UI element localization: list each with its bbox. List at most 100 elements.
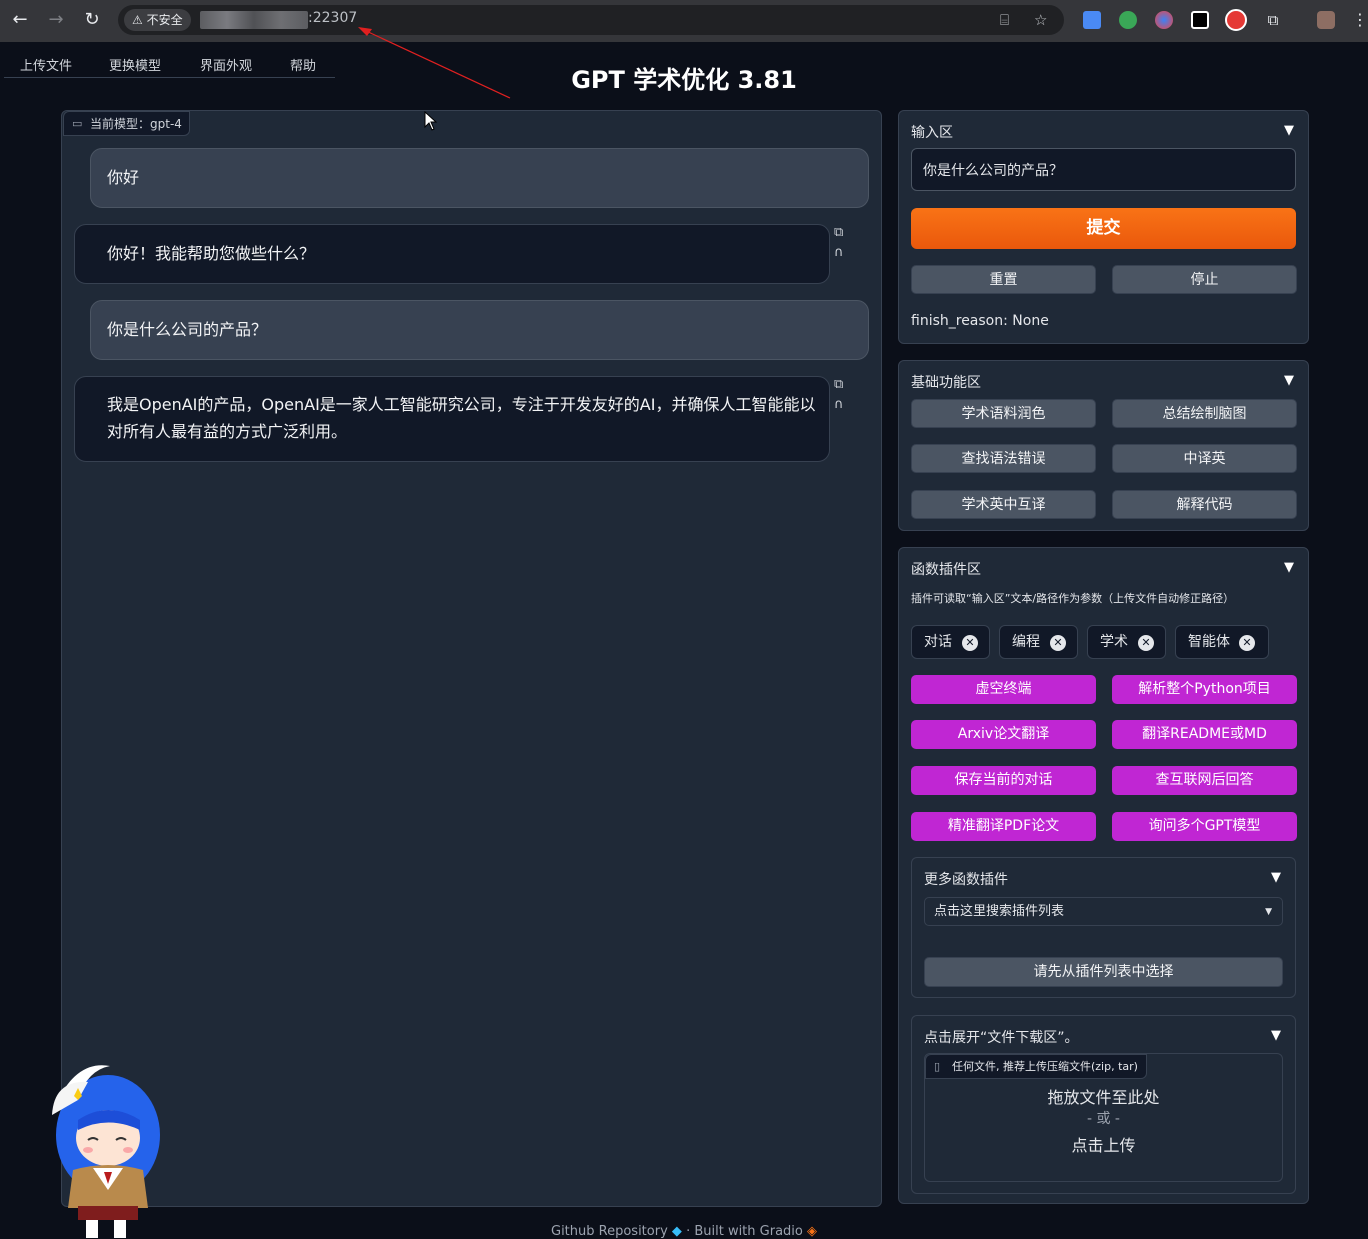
category-chip-coding[interactable]: 编程 ✕ bbox=[999, 625, 1078, 659]
gradio-logo-icon: ◆ bbox=[671, 1224, 687, 1239]
collapse-triangle-icon[interactable]: ▼ bbox=[1284, 560, 1294, 575]
file-upload-dropzone[interactable]: ▯ 任何文件, 推荐上传压缩文件(zip, tar) 拖放文件至此处 - 或 - … bbox=[924, 1053, 1283, 1182]
built-with-gradio-link[interactable]: Built with Gradio bbox=[694, 1224, 803, 1239]
chip-remove-icon[interactable]: ✕ bbox=[1050, 635, 1066, 651]
collapse-triangle-icon[interactable]: ▼ bbox=[1271, 870, 1281, 885]
submit-button[interactable]: 提交 bbox=[911, 208, 1296, 249]
url-port: :22307 bbox=[308, 10, 358, 26]
browser-toolbar: ← → ↻ ⚠ 不安全 :22307 ⌸ ☆ ⧉ ⋮ bbox=[0, 0, 1368, 42]
translate-icon[interactable]: ⌸ bbox=[1000, 11, 1009, 29]
parse-python-project-button[interactable]: 解析整个Python项目 bbox=[1112, 675, 1297, 704]
address-bar[interactable]: ⚠ 不安全 :22307 ⌸ ☆ bbox=[118, 5, 1064, 35]
profile-avatar[interactable] bbox=[1317, 11, 1335, 29]
dropdown-caret-icon: ▼ bbox=[1265, 907, 1272, 917]
upload-tag-text: 任何文件, 推荐上传压缩文件(zip, tar) bbox=[952, 1060, 1138, 1073]
academic-translate-button[interactable]: 学术英中互译 bbox=[911, 490, 1096, 519]
message-text: 你是什么公司的产品？ bbox=[107, 320, 268, 339]
github-repo-link[interactable]: Github Repository bbox=[551, 1224, 668, 1239]
input-value: 你是什么公司的产品？ bbox=[923, 163, 1063, 179]
chat-message-user: 你好 bbox=[90, 148, 869, 208]
chip-remove-icon[interactable]: ✕ bbox=[1239, 635, 1255, 651]
extension-icon[interactable] bbox=[1119, 11, 1137, 29]
reload-icon[interactable]: ↻ bbox=[80, 8, 104, 32]
input-textarea[interactable]: 你是什么公司的产品？ bbox=[911, 148, 1296, 191]
mindmap-button[interactable]: 总结绘制脑图 bbox=[1112, 399, 1297, 428]
footer: Github Repository ◆ · Built with Gradio … bbox=[0, 1224, 1368, 1239]
plugin-hint: 插件可读取“输入区”文本/路径作为参数（上传文件自动修正路径） bbox=[911, 592, 1235, 605]
bookmark-star-icon[interactable]: ☆ bbox=[1034, 11, 1047, 29]
stop-button[interactable]: 停止 bbox=[1112, 265, 1297, 294]
chat-message-bot: 我是OpenAI的产品，OpenAI是一家人工智能研究公司，专注于开发友好的AI… bbox=[74, 376, 830, 462]
file-download-panel: 点击展开“文件下载区”。 ▼ ▯ 任何文件, 推荐上传压缩文件(zip, tar)… bbox=[911, 1015, 1296, 1194]
download-panel-title: 点击展开“文件下载区”。 bbox=[924, 1030, 1079, 1046]
insecure-badge[interactable]: ⚠ 不安全 bbox=[124, 9, 191, 31]
warning-icon: ⚠ bbox=[132, 13, 147, 27]
category-chip-academic[interactable]: 学术 ✕ bbox=[1087, 625, 1166, 659]
zh-to-en-button[interactable]: 中译英 bbox=[1112, 444, 1297, 473]
input-panel-title: 输入区 bbox=[911, 125, 953, 141]
web-search-answer-button[interactable]: 查互联网后回答 bbox=[1112, 766, 1297, 795]
chip-remove-icon[interactable]: ✕ bbox=[962, 635, 978, 651]
more-plugins-panel: 更多函数插件 ▼ 点击这里搜索插件列表 ▼ 请先从插件列表中选择 bbox=[911, 857, 1296, 998]
forward-icon[interactable]: → bbox=[44, 8, 68, 32]
select-plugin-button[interactable]: 请先从插件列表中选择 bbox=[924, 957, 1283, 987]
file-icon: ▯ bbox=[934, 1060, 941, 1073]
chat-message-user: 你是什么公司的产品？ bbox=[90, 300, 869, 360]
plugin-search-dropdown[interactable]: 点击这里搜索插件列表 ▼ bbox=[924, 897, 1283, 926]
back-icon[interactable]: ← bbox=[8, 8, 32, 32]
mascot-character bbox=[52, 1065, 160, 1238]
ask-multiple-gpt-button[interactable]: 询问多个GPT模型 bbox=[1112, 812, 1297, 841]
message-text: 你好 bbox=[107, 168, 140, 187]
dropdown-placeholder: 点击这里搜索插件列表 bbox=[934, 904, 1065, 919]
plugin-panel-title: 函数插件区 bbox=[911, 562, 981, 578]
copy-icon[interactable]: ⧉ bbox=[834, 225, 843, 240]
browser-extension-icon[interactable] bbox=[1155, 11, 1173, 29]
upload-tag: ▯ 任何文件, 推荐上传压缩文件(zip, tar) bbox=[925, 1054, 1147, 1079]
basic-panel-title: 基础功能区 bbox=[911, 375, 981, 391]
plugin-panel: 函数插件区 ▼ 插件可读取“输入区”文本/路径作为参数（上传文件自动修正路径） … bbox=[898, 547, 1309, 1204]
arxiv-translate-button[interactable]: Arxiv论文翻译 bbox=[911, 720, 1096, 749]
explain-code-button[interactable]: 解释代码 bbox=[1112, 490, 1297, 519]
message-text: 你好！我能帮助您做些什么？ bbox=[107, 244, 316, 263]
translate-extension-icon[interactable] bbox=[1083, 11, 1101, 29]
grammar-button[interactable]: 查找语法错误 bbox=[911, 444, 1096, 473]
audio-headphones-icon[interactable]: ∩ bbox=[834, 397, 844, 412]
basic-functions-panel: 基础功能区 ▼ 学术语料润色 总结绘制脑图 查找语法错误 中译英 学术英中互译 … bbox=[898, 360, 1309, 531]
copy-icon[interactable]: ⧉ bbox=[834, 377, 843, 392]
browser-menu-icon[interactable]: ⋮ bbox=[1352, 10, 1368, 29]
translate-pdf-button[interactable]: 精准翻译PDF论文 bbox=[911, 812, 1096, 841]
category-chip-dialog[interactable]: 对话 ✕ bbox=[911, 625, 990, 659]
blurred-host bbox=[200, 11, 308, 29]
polish-button[interactable]: 学术语料润色 bbox=[911, 399, 1096, 428]
void-terminal-button[interactable]: 虚空终端 bbox=[911, 675, 1096, 704]
red-extension-icon[interactable] bbox=[1225, 9, 1247, 31]
chat-icon: ▭ bbox=[72, 117, 83, 130]
gradio-orange-logo-icon: ◈ bbox=[807, 1224, 817, 1239]
model-label-text: 当前模型：gpt-4 bbox=[90, 117, 182, 131]
status-text: finish_reason: None bbox=[911, 313, 1049, 329]
category-chip-agent[interactable]: 智能体 ✕ bbox=[1175, 625, 1269, 659]
reset-button[interactable]: 重置 bbox=[911, 265, 1096, 294]
translate-readme-button[interactable]: 翻译README或MD bbox=[1112, 720, 1297, 749]
chip-remove-icon[interactable]: ✕ bbox=[1138, 635, 1154, 651]
extensions-puzzle-icon[interactable]: ⧉ bbox=[1261, 8, 1285, 32]
chip-label: 编程 bbox=[1012, 634, 1040, 650]
save-conversation-button[interactable]: 保存当前的对话 bbox=[911, 766, 1096, 795]
chip-label: 学术 bbox=[1100, 634, 1128, 650]
collapse-triangle-icon[interactable]: ▼ bbox=[1284, 123, 1294, 138]
chat-message-bot: 你好！我能帮助您做些什么？ bbox=[74, 224, 830, 284]
input-panel: 输入区 ▼ 你是什么公司的产品？ 提交 重置 停止 finish_reason:… bbox=[898, 110, 1309, 344]
insecure-label: 不安全 bbox=[146, 13, 183, 27]
audio-headphones-icon[interactable]: ∩ bbox=[834, 245, 844, 260]
click-upload-text[interactable]: 点击上传 bbox=[925, 1132, 1282, 1156]
more-plugins-title: 更多函数插件 bbox=[924, 872, 1008, 888]
message-text-line2: 对所有人最有益的方式广泛利用。 bbox=[107, 422, 348, 441]
message-text-line1: 我是OpenAI的产品，OpenAI是一家人工智能研究公司，专注于开发友好的AI… bbox=[107, 395, 816, 414]
model-label: ▭ 当前模型：gpt-4 bbox=[63, 111, 190, 136]
chatbot-panel: ▭ 当前模型：gpt-4 你好 你好！我能帮助您做些什么？ ⧉ ∩ 你是什么公司的… bbox=[61, 110, 882, 1207]
drop-text: 拖放文件至此处 bbox=[1047, 1088, 1160, 1107]
chip-label: 对话 bbox=[924, 634, 952, 650]
collapse-triangle-icon[interactable]: ▼ bbox=[1284, 373, 1294, 388]
collapse-triangle-icon[interactable]: ▼ bbox=[1271, 1028, 1281, 1043]
openai-extension-icon[interactable] bbox=[1191, 11, 1209, 29]
